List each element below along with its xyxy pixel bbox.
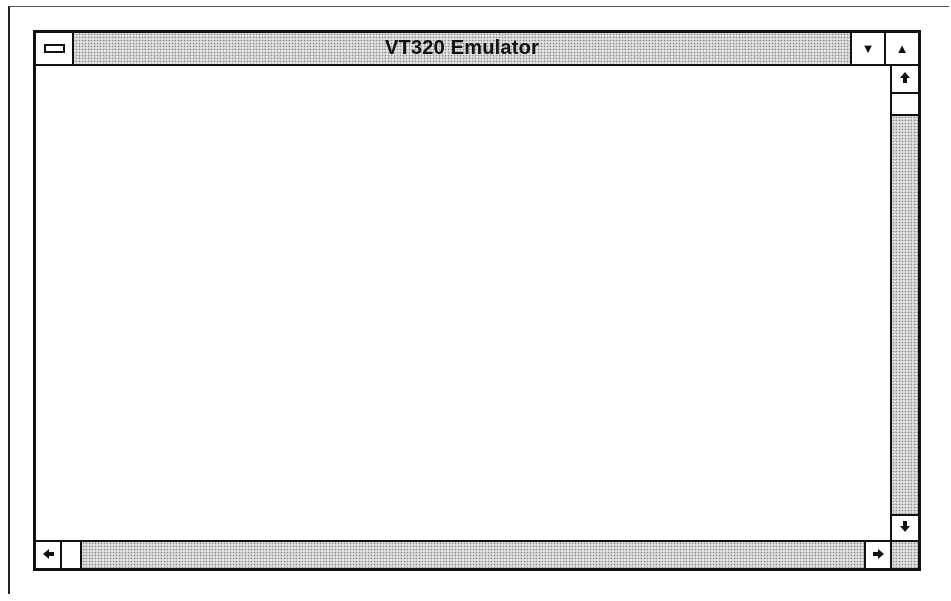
horizontal-scrollbar[interactable] <box>36 540 890 568</box>
terminal-area[interactable] <box>36 66 890 540</box>
window-title-area: VT320 Emulator <box>74 33 850 64</box>
vertical-scroll-thumb[interactable] <box>892 94 918 116</box>
vt320-emulator-window: VT320 Emulator ▼ ▲ <box>33 30 921 571</box>
vertical-scrollbar[interactable] <box>890 66 918 540</box>
title-bar[interactable]: VT320 Emulator ▼ ▲ <box>36 33 918 66</box>
maximize-button[interactable]: ▲ <box>884 33 918 64</box>
size-box <box>890 540 918 568</box>
scroll-right-button[interactable] <box>864 542 890 568</box>
system-menu-button[interactable] <box>36 33 74 64</box>
horizontal-scroll-track[interactable] <box>82 542 864 568</box>
triangle-up-icon: ▲ <box>895 41 909 56</box>
minimize-button[interactable]: ▼ <box>850 33 884 64</box>
arrow-down-icon <box>899 520 911 536</box>
window-title: VT320 Emulator <box>385 37 539 59</box>
arrow-left-icon <box>42 547 55 563</box>
scroll-left-button[interactable] <box>36 542 62 568</box>
horizontal-scroll-thumb[interactable] <box>62 542 82 568</box>
scroll-down-button[interactable] <box>892 514 918 540</box>
triangle-down-icon: ▼ <box>861 41 875 56</box>
vertical-scroll-track[interactable] <box>892 116 918 514</box>
system-menu-icon <box>43 44 65 53</box>
scroll-up-button[interactable] <box>892 66 918 94</box>
arrow-right-icon <box>872 547 885 563</box>
arrow-up-icon <box>899 71 911 87</box>
